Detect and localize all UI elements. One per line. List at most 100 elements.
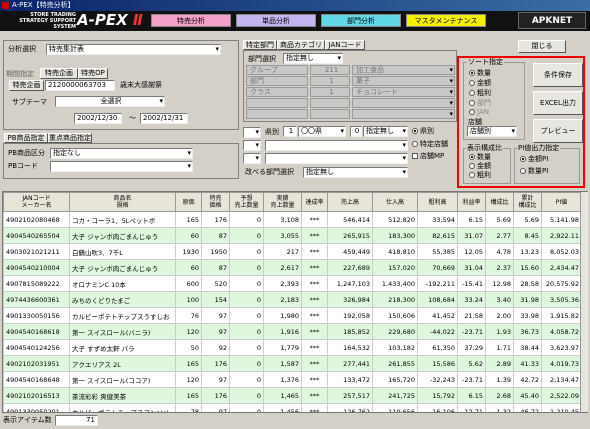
pb-code-select[interactable] [50,161,193,172]
column-header[interactable]: 売上高 [327,192,373,212]
table-cell: 5.69 [485,211,514,228]
analysis-select[interactable]: 特売集計表 [46,44,221,55]
column-header[interactable]: 実績 売上数量 [263,192,302,212]
table-cell: 31.98 [513,291,542,308]
extra-toggle-2[interactable] [243,153,261,164]
column-header[interactable]: PI値 [541,192,582,212]
table-row[interactable]: 4904540265504 大子 ジャンボ肉ごまんじゅう 60 87 0 3,055 ***… [3,227,582,244]
column-header[interactable]: 原価 [175,192,202,212]
dept-select[interactable]: 指定無し [283,53,343,64]
table-cell: 0 [229,371,264,388]
pb-type-select[interactable]: 指定なし [50,148,193,159]
table-row[interactable]: 4974436600361 みちのくどりたまご 100 154 0 2,183 *** 326… [3,291,582,308]
vertical-scrollbar[interactable] [580,192,588,412]
table-cell: 2,434.47 [541,259,582,276]
table-cell: 227,689 [327,259,373,276]
table-cell: *** [301,387,328,404]
table-cell: 1,980 [263,307,302,324]
table-cell: -192,211 [417,275,458,292]
tab-dept[interactable]: 特定部門 [243,40,277,50]
table-row[interactable]: 4902102016513 茶流彩彩 爽健美茶 165 176 0 1,465 *** 257… [3,387,582,404]
radio-pref-dot[interactable] [412,128,418,134]
table-cell: 2.37 [485,259,514,276]
table-cell: 70,669 [417,259,458,276]
column-header[interactable]: 達成率 [301,192,328,212]
empty-row-select-1[interactable] [352,98,455,108]
table-cell: 8.45 [513,227,542,244]
column-header[interactable]: 累計 構成比 [513,192,542,212]
table-cell: 茶流彩彩 爽健美茶 [69,387,176,404]
column-header[interactable]: 仕入高 [372,192,418,212]
tab-jan[interactable]: JANコード [325,40,365,50]
subtheme-select[interactable]: 全選択 [55,96,165,107]
table-row[interactable]: 4901330050156 カルビーポテトチップスうすしお 76 97 0 1,980 **… [3,307,582,324]
item-count-value: 71 [55,415,98,426]
extra-select-2[interactable] [265,153,408,164]
table-row[interactable]: 4902102080468 コカ・コーラ1．5Lペットボ 165 176 0 3,108 *… [3,211,582,228]
radio-pref[interactable]: 県別 [412,127,434,136]
table-row[interactable]: 4904540168618 第一 スイスロール(バニラ) 120 97 0 1,916 **… [3,323,582,340]
extra-select-1[interactable] [265,140,408,151]
column-header[interactable]: 予想 売上数量 [229,192,264,212]
table-row[interactable]: 4902102031951 アクエリアス 2L 165 176 0 1,587 *** 277… [3,355,582,372]
table-cell: 418,810 [372,243,418,260]
plan-select-button[interactable]: 特売企画 [9,80,44,91]
pb-type-label: PB商品区分 [8,149,46,157]
table-row[interactable]: 4903021021211 白鶴山吹3．7千L 1930 1950 0 217 *** 459… [3,243,582,260]
dept-name[interactable]: 菓子 [352,76,455,86]
group-name[interactable]: 加工食品 [352,65,455,75]
table-row[interactable]: 4904540168648 第一 スイスロール(ココア) 120 97 0 1,376 **… [3,371,582,388]
close-button[interactable]: 閉じる [518,40,566,53]
store-select[interactable]: 指定無し [363,126,408,137]
tab-tokubai[interactable]: 特売分析 [151,14,231,27]
class-name[interactable]: チョコレート [352,87,455,97]
table-cell: 261,855 [372,355,418,372]
radio-store-dot[interactable] [412,141,418,147]
table-cell: 133,472 [327,371,373,388]
table-cell: 1,915.82 [541,307,582,324]
table-row[interactable]: 4901330050201 カルビーポテトチップスコンソメ 78 97 0 1,456 **… [3,403,582,412]
table-cell: 97 [201,307,230,324]
change-dept-select[interactable]: 指定無し [303,167,408,178]
table-cell: 45.40 [513,387,542,404]
table-row[interactable]: 4907815089222 オロナミンC 10本 600 520 0 2,393 *** 1,… [3,275,582,292]
store-code[interactable]: 0 [350,126,362,137]
tab-focus[interactable]: 重点商品指定 [48,133,92,143]
tab-tanpin[interactable]: 単品分析 [236,14,316,27]
pref-select[interactable]: 〇〇県 [298,126,346,137]
tab-plan[interactable]: 特売企画 [40,68,78,79]
table-cell: *** [301,211,328,228]
pref-code[interactable]: 1 [283,126,297,137]
tab-pb[interactable]: PB商品指定 [4,133,48,143]
table-row[interactable]: 4904540210004 大子 ジャンボ肉ごまんじゅう 60 87 0 2,617 ***… [3,259,582,276]
tab-category[interactable]: 商品カテゴリ [277,40,325,50]
table-cell: 165,720 [372,371,418,388]
tab-bumon[interactable]: 部門分析 [321,14,401,27]
table-cell: 120 [175,323,202,340]
tab-plan-op[interactable]: 特売OP [78,68,108,79]
date-from-field[interactable]: 2002/12/30 [74,113,122,124]
date-to-field[interactable]: 2002/12/31 [140,113,188,124]
pref-toggle[interactable] [243,127,261,138]
plan-code-field[interactable]: 2120000063703 [45,80,115,91]
table-cell: 4907815089222 [3,275,70,292]
table-cell: 38.44 [513,339,542,356]
empty-row-select-2[interactable] [352,109,455,119]
extra-toggle-1[interactable] [243,140,261,151]
check-storemp-box[interactable] [412,153,418,159]
check-storemp[interactable]: 店舗MP [412,152,444,161]
table-cell: 459,449 [327,243,373,260]
empty-row-label-1 [246,98,308,108]
radio-store[interactable]: 特定店舗 [412,140,448,149]
tab-master[interactable]: マスタメンテナンス [406,14,486,27]
column-header[interactable]: 粗利高 [417,192,458,212]
column-header[interactable]: 構成比 [485,192,514,212]
column-header[interactable]: JANコード メーカー名 [3,192,70,212]
table-cell: 2,134.47 [541,371,582,388]
table-cell: 大子 すずめ太軒 パラ [69,339,176,356]
table-row[interactable]: 4904540124256 大子 すずめ太軒 パラ 50 92 0 1,779 *** 164… [3,339,582,356]
column-header[interactable]: 利益率 [457,192,486,212]
column-header[interactable]: 特売 価格 [201,192,230,212]
table-cell: 176 [201,211,230,228]
column-header[interactable]: 商品名 規格 [69,192,176,212]
